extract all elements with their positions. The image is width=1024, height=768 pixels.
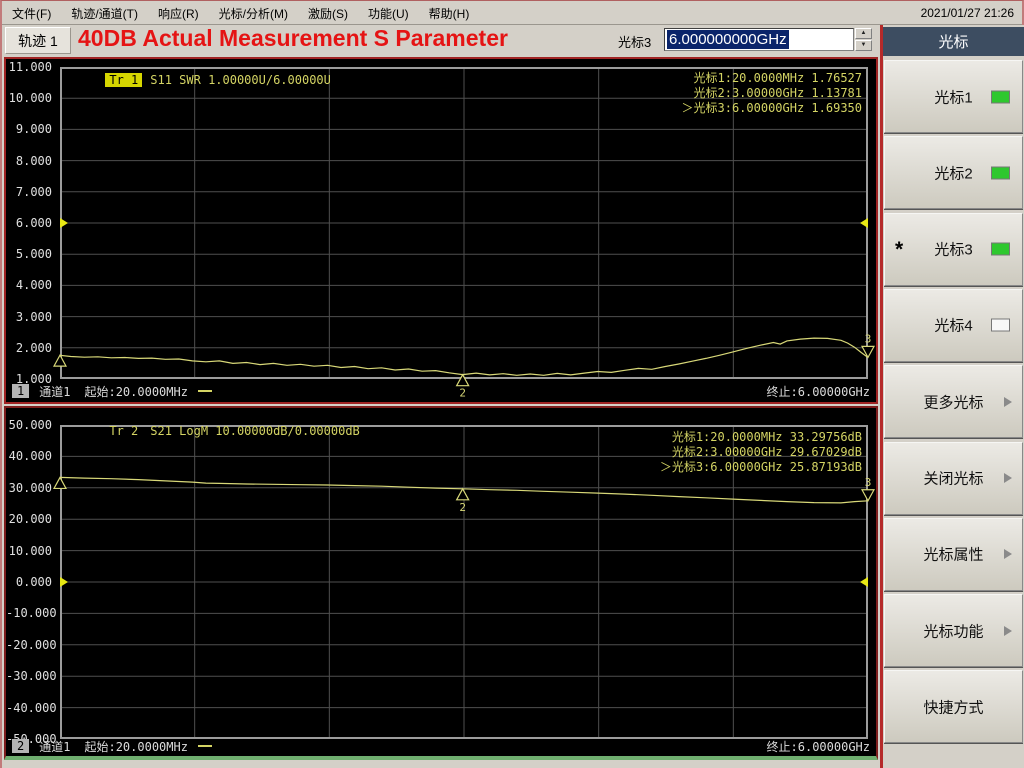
marker-readouts-s21: 光标1:20.0000MHz 33.29756dB 光标2:3.00000GHz … xyxy=(660,430,862,475)
channel-label: 通道1 xyxy=(39,384,71,399)
marker-readout-line: 光标2:3.00000GHz 1.13781 xyxy=(693,86,863,100)
menu-item-4[interactable]: 激励(S) xyxy=(298,3,358,24)
chart-panel-s11-swr: Tr 1 S11 SWR 1.00000U/6.00000U 11.000 10.0… xyxy=(4,57,878,404)
menu-item-6[interactable]: 帮助(H) xyxy=(419,3,480,24)
y-tick-label: 8.000 xyxy=(15,153,52,168)
y-tick-label: 4.000 xyxy=(15,278,52,293)
menu-item-2[interactable]: 响应(R) xyxy=(148,3,209,24)
y-tick-label: 10.000 xyxy=(8,543,52,558)
page-title: 40DB Actual Measurement S Parameter xyxy=(78,25,508,51)
sidebar-button-光标功能[interactable]: 光标功能 xyxy=(884,594,1023,668)
sidebar-button-光标3[interactable]: * 光标3 xyxy=(884,212,1023,286)
y-tick-label: -10.000 xyxy=(6,606,57,621)
y-tick-label: 2.000 xyxy=(15,340,52,355)
toolbar: 轨迹 1 40DB Actual Measurement S Parameter… xyxy=(2,25,1022,56)
y-tick-label: 9.000 xyxy=(15,122,52,137)
sidebar-button-label: 光标功能 xyxy=(923,623,984,641)
svg-text:3: 3 xyxy=(865,476,872,489)
sidebar-button-光标2[interactable]: 光标2 xyxy=(884,136,1023,210)
y-axis-ticks-s21: 50.000 40.000 30.000 20.000 10.000 0.000 -10.0… xyxy=(6,408,57,756)
trace-color-legend xyxy=(197,390,212,392)
indicator-on xyxy=(991,90,1010,103)
trace1-scale-text: S11 SWR 1.00000U/6.00000U xyxy=(150,73,331,87)
y-tick-label: 40.000 xyxy=(8,449,52,464)
y-tick-label: 30.000 xyxy=(8,480,52,495)
y-tick-label: 7.000 xyxy=(15,184,52,199)
chart-footer-s11: 1 通道1 起始:20.0000MHz 终止:6.00000GHz xyxy=(12,382,870,400)
y-tick-label: 10.000 xyxy=(8,91,52,106)
sidebar-button-关闭光标[interactable]: 关闭光标 xyxy=(884,441,1023,515)
menu-items: 文件(F) 轨迹/通道(T) 响应(R) 光标/分析(M) 激励(S) 功能(U) 帮助(H… xyxy=(2,3,479,24)
svg-text:3: 3 xyxy=(865,332,872,345)
start-frequency: 起始:20.0000MHz xyxy=(84,384,188,399)
sidebar-button-光标4[interactable]: 光标4 xyxy=(884,288,1023,362)
vna-application-window: 文件(F) 轨迹/通道(T) 响应(R) 光标/分析(M) 激励(S) 功能(U) 帮助(H… xyxy=(0,0,1024,768)
channel-badge: 1 xyxy=(12,384,30,398)
trace1-chip[interactable]: Tr 1 xyxy=(105,73,143,87)
sidebar-button-label: 更多光标 xyxy=(923,394,984,412)
marker-sidebar: 光标 光标1 光标2 * 光标3 光标4 更多光标关闭光标光标属性光标功能快捷方式 xyxy=(880,25,1024,768)
start-frequency: 起始:20.0000MHz xyxy=(84,739,188,754)
sidebar-button-光标1[interactable]: 光标1 xyxy=(884,60,1023,133)
y-tick-label: 6.000 xyxy=(15,216,52,230)
stepper-down-button[interactable]: ▼ xyxy=(855,40,872,51)
sidebar-button-光标属性[interactable]: 光标属性 xyxy=(884,517,1023,591)
indicator-on xyxy=(991,242,1010,256)
submenu-arrow-icon xyxy=(1004,473,1012,483)
indicator-off xyxy=(991,318,1010,332)
marker-readouts-s11: 光标1:20.0000MHz 1.76527 光标2:3.00000GHz 1.1… xyxy=(682,71,863,116)
chart-panel-s21-logm: Tr 2 S21 LogM 10.00000dB/0.00000dB 50.000… xyxy=(4,406,878,760)
sidebar-button-label: 快捷方式 xyxy=(923,699,984,717)
channel-badge: 2 xyxy=(12,739,30,753)
selected-input-text: 6.000000000GHz xyxy=(667,30,789,49)
marker-readout-line: 光标2:3.00000GHz 29.67029dB xyxy=(671,445,862,459)
stop-frequency: 终止:6.00000GHz xyxy=(766,384,870,399)
sidebar-button-label: 关闭光标 xyxy=(923,470,984,488)
y-tick-label: 0.000 xyxy=(15,575,52,589)
marker-frequency-input[interactable]: 6.000000000GHz xyxy=(664,28,854,51)
marker-readout-line: 光标1:20.0000MHz 1.76527 xyxy=(693,71,863,85)
trace2-chip[interactable]: Tr 2 xyxy=(105,424,142,438)
trace2-header: Tr 2 S21 LogM 10.00000dB/0.00000dB xyxy=(62,410,360,452)
indicator-on xyxy=(991,166,1010,180)
svg-text:2: 2 xyxy=(459,501,466,514)
menu-item-5[interactable]: 功能(U) xyxy=(358,3,419,24)
submenu-arrow-icon xyxy=(1004,396,1012,407)
channel-label: 通道1 xyxy=(39,739,71,754)
sidebar-header: 光标 xyxy=(883,27,1024,56)
y-tick-label: -30.000 xyxy=(6,669,57,684)
trace-color-legend xyxy=(197,745,212,747)
y-tick-label: 20.000 xyxy=(8,512,52,527)
y-axis-ticks-s11: 11.000 10.000 9.000 8.000 7.000 6.000 5.000 4.0… xyxy=(6,59,56,402)
y-tick-label: 50.000 xyxy=(8,418,52,432)
stepper-up-button[interactable]: ▲ xyxy=(855,28,872,39)
y-tick-label: -40.000 xyxy=(6,700,57,715)
y-tick-label: 11.000 xyxy=(8,60,52,74)
marker-readout-line: 光标1:20.0000MHz 33.29756dB xyxy=(671,430,862,444)
trace-selector[interactable]: 轨迹 1 xyxy=(5,27,71,54)
menu-item-3[interactable]: 光标/分析(M) xyxy=(209,3,298,24)
frequency-stepper: ▲ ▼ xyxy=(855,28,872,52)
menu-item-0[interactable]: 文件(F) xyxy=(2,3,61,24)
trace2-scale-text: S21 LogM 10.00000dB/0.00000dB xyxy=(150,424,360,438)
sidebar-button-label: 光标属性 xyxy=(923,546,984,564)
stop-frequency: 终止:6.00000GHz xyxy=(766,739,870,754)
submenu-arrow-icon xyxy=(1004,549,1012,560)
sidebar-button-更多光标[interactable]: 更多光标 xyxy=(884,365,1023,439)
y-tick-label: 5.000 xyxy=(15,247,52,262)
trace1-header: Tr 1 S11 SWR 1.00000U/6.00000U xyxy=(62,59,331,101)
marker-input-label: 光标3 xyxy=(618,35,652,50)
chart-footer-s21: 2 通道1 起始:20.0000MHz 终止:6.00000GHz xyxy=(12,737,870,755)
datetime-display: 2021/01/27 21:26 xyxy=(920,6,1014,20)
sidebar-button-快捷方式[interactable]: 快捷方式 xyxy=(884,670,1023,744)
marker-readout-line: ＞光标3:6.00000GHz 25.87193dB xyxy=(659,460,862,474)
menu-item-1[interactable]: 轨迹/通道(T) xyxy=(61,3,148,24)
submenu-arrow-icon xyxy=(1004,625,1012,636)
marker-readout-line: ＞光标3:6.00000GHz 1.69350 xyxy=(681,101,863,115)
y-tick-label: -20.000 xyxy=(6,637,57,652)
y-tick-label: 3.000 xyxy=(15,309,52,324)
menu-bar: 文件(F) 轨迹/通道(T) 响应(R) 光标/分析(M) 激励(S) 功能(U) 帮助(H… xyxy=(2,2,1022,25)
